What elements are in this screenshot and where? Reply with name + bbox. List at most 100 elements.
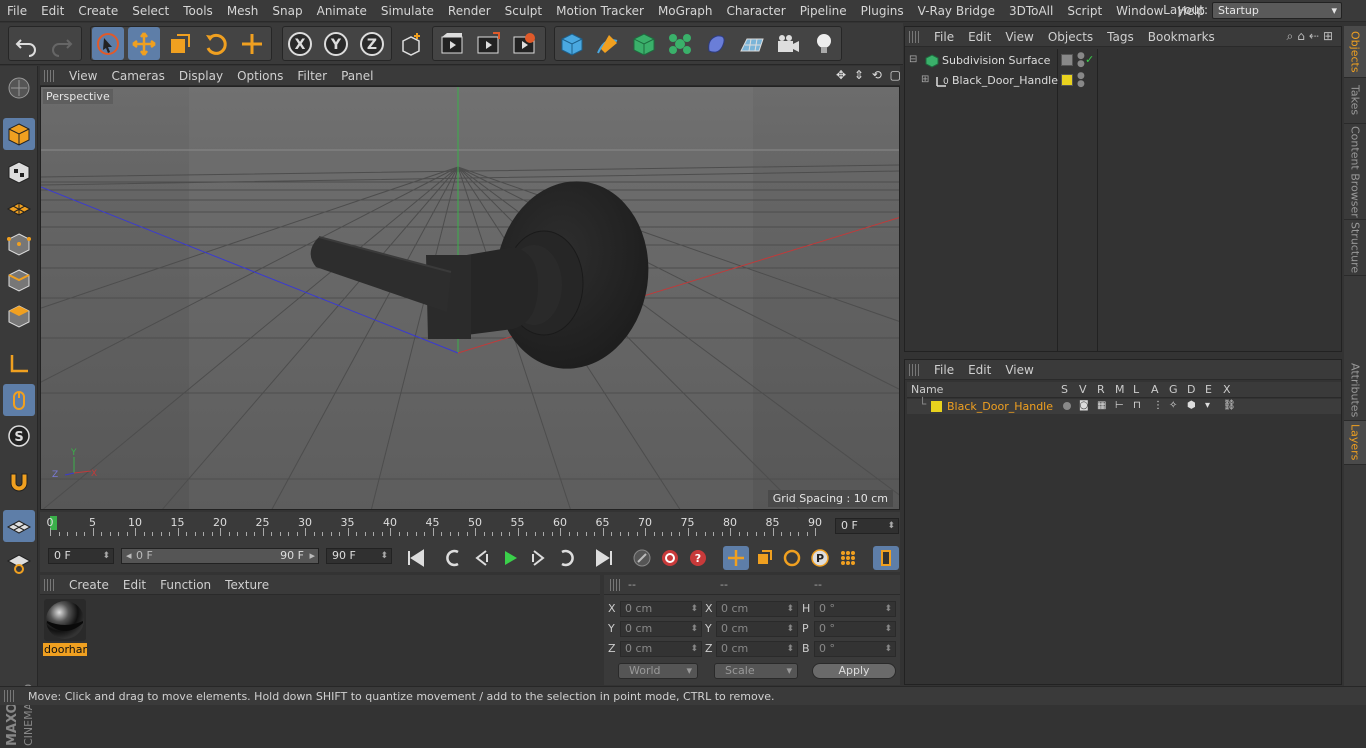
panel-grip[interactable] <box>44 578 56 591</box>
column-xref[interactable]: X <box>1223 383 1231 396</box>
viewport-menu-options[interactable]: Options <box>230 69 290 83</box>
3d-viewport[interactable]: Y X Z Perspective Grid Spacing : 10 cm <box>40 86 900 510</box>
record-keys-icon[interactable] <box>629 546 655 570</box>
menu-character[interactable]: Character <box>719 4 792 18</box>
menu-mesh[interactable]: Mesh <box>220 4 266 18</box>
go-to-start-icon[interactable] <box>403 546 429 570</box>
menu-pipeline[interactable]: Pipeline <box>793 4 854 18</box>
column-solo[interactable]: S <box>1061 383 1068 396</box>
render-view-icon[interactable] <box>436 27 468 60</box>
current-frame-field[interactable]: 0 F <box>835 518 899 534</box>
end-frame-field[interactable]: 90 F <box>326 548 392 564</box>
viewport-menu-cameras[interactable]: Cameras <box>104 69 171 83</box>
pen-spline-icon[interactable] <box>592 27 624 60</box>
menu-create[interactable]: Create <box>71 4 125 18</box>
layers-menu-view[interactable]: View <box>998 363 1040 377</box>
column-view[interactable]: V <box>1079 383 1087 396</box>
solo-toggle-icon[interactable] <box>1063 402 1071 410</box>
lock-toggle-icon[interactable]: ⊓ <box>1133 400 1141 411</box>
render-settings-icon[interactable] <box>508 27 540 60</box>
viewport-menu-panel[interactable]: Panel <box>334 69 380 83</box>
autokeying-icon[interactable] <box>657 546 683 570</box>
material-menu-function[interactable]: Function <box>153 578 218 592</box>
viewport-menu-filter[interactable]: Filter <box>290 69 334 83</box>
material-menu-texture[interactable]: Texture <box>218 578 276 592</box>
rotate-tool-icon[interactable] <box>200 27 232 60</box>
layer-color-box[interactable] <box>1061 54 1073 66</box>
object-row-subdivision-surface[interactable]: ⊟ Subdivision Surface ● ● ✓ <box>905 51 1341 71</box>
layer-name[interactable]: Black_Door_Handle <box>947 400 1053 413</box>
make-editable-icon[interactable] <box>3 72 35 104</box>
object-name[interactable]: Subdivision Surface <box>942 54 1050 67</box>
y-axis-lock-icon[interactable]: Y <box>320 27 352 60</box>
objects-menu-file[interactable]: File <box>927 30 961 44</box>
deformer-toggle-icon[interactable]: ⬢ <box>1187 400 1196 411</box>
tweak-mode-icon[interactable] <box>3 384 35 416</box>
menu-motion-tracker[interactable]: Motion Tracker <box>549 4 651 18</box>
size-x-field[interactable]: 0 cm <box>716 601 798 617</box>
menu-file[interactable]: File <box>0 4 34 18</box>
axis-mode-icon[interactable] <box>3 348 35 380</box>
objects-menu-view[interactable]: View <box>998 30 1040 44</box>
layer-color-swatch[interactable] <box>931 401 942 412</box>
layers-menu-file[interactable]: File <box>927 363 961 377</box>
x-axis-lock-icon[interactable]: X <box>284 27 316 60</box>
subdivision-surface-icon[interactable] <box>628 27 660 60</box>
rotation-h-field[interactable]: 0 ° <box>814 601 896 617</box>
transform-tool-icon[interactable] <box>236 27 268 60</box>
objects-menu-objects[interactable]: Objects <box>1041 30 1100 44</box>
next-key-icon[interactable] <box>553 546 579 570</box>
apply-button[interactable]: Apply <box>812 663 896 679</box>
column-generators[interactable]: G <box>1169 383 1178 396</box>
position-z-field[interactable]: 0 cm <box>620 641 702 657</box>
previous-frame-icon[interactable] <box>469 546 495 570</box>
visibility-dots[interactable]: ● ● <box>1077 52 1085 69</box>
material-menu-edit[interactable]: Edit <box>116 578 153 592</box>
menu-window[interactable]: Window <box>1109 4 1170 18</box>
objects-menu-edit[interactable]: Edit <box>961 30 998 44</box>
play-icon[interactable] <box>497 546 523 570</box>
size-mode-dropdown[interactable]: Scale <box>714 663 798 679</box>
light-icon[interactable] <box>808 27 840 60</box>
magnet-icon[interactable] <box>3 466 35 498</box>
coordinate-system-icon[interactable] <box>394 27 426 60</box>
points-mode-icon[interactable] <box>3 228 35 260</box>
texture-mode-icon[interactable] <box>3 156 35 188</box>
key-scale-icon[interactable] <box>751 546 777 570</box>
objects-menu-tags[interactable]: Tags <box>1100 30 1141 44</box>
rotation-b-field[interactable]: 0 ° <box>814 641 896 657</box>
tab-attributes[interactable]: Attributes <box>1344 361 1366 421</box>
material-name[interactable]: doorhan <box>43 643 87 656</box>
column-locked[interactable]: L <box>1133 383 1139 396</box>
column-name[interactable]: Name <box>911 383 943 396</box>
material-swatch[interactable] <box>44 599 86 641</box>
object-name[interactable]: Black_Door_Handle <box>952 74 1058 87</box>
animation-toggle-icon[interactable]: ⋮ <box>1153 400 1163 411</box>
menu-edit[interactable]: Edit <box>34 4 71 18</box>
render-toggle-icon[interactable]: ▦ <box>1097 400 1106 411</box>
edges-mode-icon[interactable] <box>3 264 35 296</box>
column-deformers[interactable]: D <box>1187 383 1195 396</box>
column-expressions[interactable]: E <box>1205 383 1212 396</box>
start-frame-field[interactable]: 0 F <box>48 548 114 564</box>
layer-color-box[interactable] <box>1061 74 1073 86</box>
range-right-arrow[interactable]: ▸ <box>309 549 315 563</box>
tab-objects[interactable]: Objects <box>1344 26 1366 78</box>
viewport-menu-display[interactable]: Display <box>172 69 230 83</box>
tab-structure[interactable]: Structure <box>1344 220 1366 276</box>
grid-snap-icon[interactable] <box>3 546 35 578</box>
key-point-level-icon[interactable] <box>835 546 861 570</box>
workplane-icon[interactable] <box>3 192 35 224</box>
viewport-menu-view[interactable]: View <box>62 69 104 83</box>
keyframe-selection-icon[interactable]: ? <box>685 546 711 570</box>
frame-ruler[interactable]: 0 5 10 15 20 25 30 35 40 45 50 55 60 65 70 75 80 85 90 <box>47 514 825 538</box>
menu-vray-bridge[interactable]: V-Ray Bridge <box>911 4 1002 18</box>
next-frame-icon[interactable] <box>525 546 551 570</box>
previous-key-icon[interactable] <box>441 546 467 570</box>
expand-icon[interactable]: ⊞ <box>921 74 929 85</box>
panel-grip[interactable] <box>44 69 56 82</box>
go-to-end-icon[interactable] <box>591 546 617 570</box>
manager-toggle-icon[interactable]: ⊢ <box>1115 400 1124 411</box>
panel-grip[interactable] <box>909 363 921 376</box>
viewport-navigation-icons[interactable]: ✥ ⇕ ⟲ ▢ <box>836 68 903 82</box>
